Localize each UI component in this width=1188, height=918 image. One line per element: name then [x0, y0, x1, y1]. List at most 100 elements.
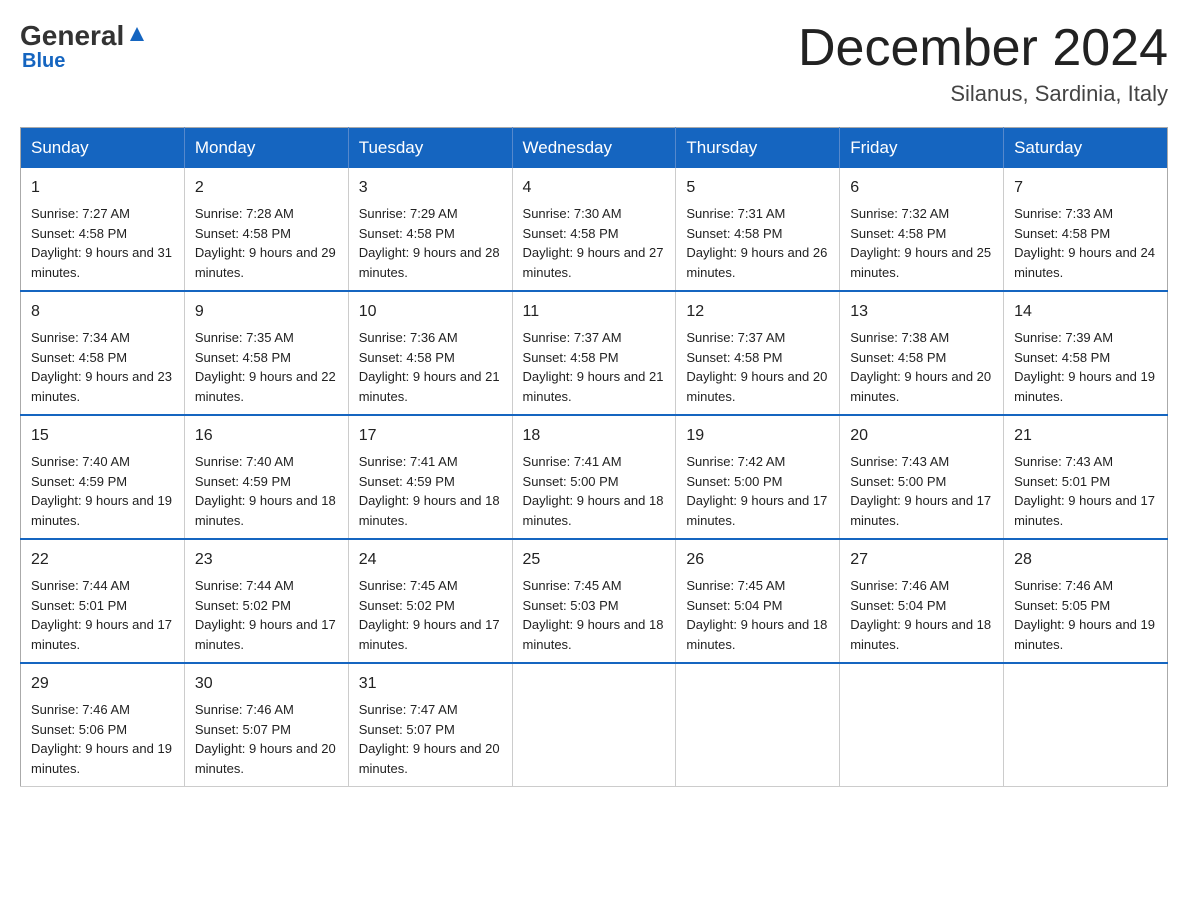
daylight-text: Daylight: 9 hours and 19 minutes.	[31, 493, 172, 528]
daylight-text: Daylight: 9 hours and 28 minutes.	[359, 245, 500, 280]
table-row: 24 Sunrise: 7:45 AM Sunset: 5:02 PM Dayligh…	[348, 539, 512, 663]
daylight-text: Daylight: 9 hours and 18 minutes.	[359, 493, 500, 528]
sunrise-text: Sunrise: 7:37 AM	[686, 330, 785, 345]
location-title: Silanus, Sardinia, Italy	[798, 81, 1168, 107]
sunrise-text: Sunrise: 7:32 AM	[850, 206, 949, 221]
sunrise-text: Sunrise: 7:44 AM	[31, 578, 130, 593]
table-row	[1004, 663, 1168, 787]
table-row	[512, 663, 676, 787]
table-row: 21Sunrise: 7:43 AMSunset: 5:01 PMDayligh…	[1004, 415, 1168, 539]
day-number: 16	[195, 424, 338, 448]
day-number: 8	[31, 300, 174, 324]
day-number: 10	[359, 300, 502, 324]
col-saturday: Saturday	[1004, 128, 1168, 169]
table-row: 10Sunrise: 7:36 AMSunset: 4:58 PMDayligh…	[348, 291, 512, 415]
sunrise-text: Sunrise: 7:38 AM	[850, 330, 949, 345]
day-number: 21	[1014, 424, 1157, 448]
table-row: 8Sunrise: 7:34 AMSunset: 4:58 PMDaylight…	[21, 291, 185, 415]
sunrise-text: Sunrise: 7:45 AM	[359, 578, 458, 593]
sunrise-text: Sunrise: 7:46 AM	[850, 578, 949, 593]
day-number: 17	[359, 424, 502, 448]
sunrise-text: Sunrise: 7:39 AM	[1014, 330, 1113, 345]
daylight-text: Daylight: 9 hours and 25 minutes.	[850, 245, 991, 280]
sunset-text: Sunset: 4:58 PM	[523, 226, 619, 241]
day-number: 24	[359, 548, 502, 572]
sunset-text: Sunset: 4:58 PM	[359, 350, 455, 365]
table-row: 23Sunrise: 7:44 AMSunset: 5:02 PMDayligh…	[184, 539, 348, 663]
sunrise-text: Sunrise: 7:43 AM	[1014, 454, 1113, 469]
sunrise-text: Sunrise: 7:45 AM	[686, 578, 785, 593]
col-friday: Friday	[840, 128, 1004, 169]
day-number: 5	[686, 176, 829, 200]
table-row	[840, 663, 1004, 787]
table-row: 11Sunrise: 7:37 AMSunset: 4:58 PMDayligh…	[512, 291, 676, 415]
day-number: 18	[523, 424, 666, 448]
sunset-text: Sunset: 5:05 PM	[1014, 598, 1110, 613]
sunset-text: Sunset: 5:02 PM	[195, 598, 291, 613]
day-number: 11	[523, 300, 666, 324]
page-header: General Blue December 2024 Silanus, Sard…	[20, 20, 1168, 107]
table-row: 5Sunrise: 7:31 AMSunset: 4:58 PMDaylight…	[676, 168, 840, 291]
table-row: 18Sunrise: 7:41 AMSunset: 5:00 PMDayligh…	[512, 415, 676, 539]
title-block: December 2024 Silanus, Sardinia, Italy	[798, 20, 1168, 107]
logo-general-text: General	[20, 20, 124, 52]
day-number: 28	[1014, 548, 1157, 572]
day-number: 25	[523, 548, 666, 572]
table-row: 25Sunrise: 7:45 AMSunset: 5:03 PMDayligh…	[512, 539, 676, 663]
month-title: December 2024	[798, 20, 1168, 77]
sunrise-text: Sunrise: 7:40 AM	[195, 454, 294, 469]
calendar-week-row: 1Sunrise: 7:27 AMSunset: 4:58 PMDaylight…	[21, 168, 1168, 291]
sunrise-text: Sunrise: 7:46 AM	[1014, 578, 1113, 593]
daylight-text: Daylight: 9 hours and 18 minutes.	[195, 493, 336, 528]
sunrise-text: Sunrise: 7:36 AM	[359, 330, 458, 345]
sunset-text: Sunset: 4:58 PM	[359, 226, 455, 241]
daylight-text: Daylight: 9 hours and 17 minutes.	[359, 617, 500, 652]
daylight-text: Daylight: 9 hours and 29 minutes.	[195, 245, 336, 280]
sunset-text: Sunset: 4:59 PM	[195, 474, 291, 489]
sunrise-text: Sunrise: 7:41 AM	[523, 454, 622, 469]
calendar-week-row: 29Sunrise: 7:46 AMSunset: 5:06 PMDayligh…	[21, 663, 1168, 787]
logo-blue-text: Blue	[22, 50, 65, 73]
day-number: 4	[523, 176, 666, 200]
daylight-text: Daylight: 9 hours and 17 minutes.	[31, 617, 172, 652]
table-row: 26Sunrise: 7:45 AMSunset: 5:04 PMDayligh…	[676, 539, 840, 663]
sunset-text: Sunset: 4:58 PM	[31, 350, 127, 365]
sunset-text: Sunset: 4:58 PM	[523, 350, 619, 365]
day-number: 31	[359, 672, 502, 696]
sunrise-text: Sunrise: 7:42 AM	[686, 454, 785, 469]
sunset-text: Sunset: 4:58 PM	[195, 350, 291, 365]
sunset-text: Sunset: 5:01 PM	[31, 598, 127, 613]
daylight-text: Daylight: 9 hours and 19 minutes.	[1014, 369, 1155, 404]
day-number: 26	[686, 548, 829, 572]
day-number: 20	[850, 424, 993, 448]
day-number: 23	[195, 548, 338, 572]
sunrise-text: Sunrise: 7:47 AM	[359, 702, 458, 717]
table-row: 16 Sunrise: 7:40 AM Sunset: 4:59 PM Dayligh…	[184, 415, 348, 539]
col-sunday: Sunday	[21, 128, 185, 169]
calendar-table: Sunday Monday Tuesday Wednesday Thursday…	[20, 127, 1168, 787]
daylight-text: Daylight: 9 hours and 17 minutes.	[195, 617, 336, 652]
sunrise-text: Sunrise: 7:35 AM	[195, 330, 294, 345]
sunset-text: Sunset: 5:02 PM	[359, 598, 455, 613]
sunrise-text: Sunrise: 7:37 AM	[523, 330, 622, 345]
table-row	[676, 663, 840, 787]
daylight-text: Daylight: 9 hours and 18 minutes.	[523, 493, 664, 528]
col-tuesday: Tuesday	[348, 128, 512, 169]
sunrise-text: Sunrise: 7:31 AM	[686, 206, 785, 221]
table-row: 15Sunrise: 7:40 AMSunset: 4:59 PMDayligh…	[21, 415, 185, 539]
day-number: 14	[1014, 300, 1157, 324]
sunset-text: Sunset: 5:07 PM	[359, 722, 455, 737]
sunset-text: Sunset: 4:59 PM	[359, 474, 455, 489]
sunrise-text: Sunrise: 7:30 AM	[523, 206, 622, 221]
day-number: 3	[359, 176, 502, 200]
day-number: 9	[195, 300, 338, 324]
day-number: 12	[686, 300, 829, 324]
daylight-text: Daylight: 9 hours and 23 minutes.	[31, 369, 172, 404]
sunset-text: Sunset: 4:58 PM	[850, 226, 946, 241]
daylight-text: Daylight: 9 hours and 26 minutes.	[686, 245, 827, 280]
calendar-week-row: 15Sunrise: 7:40 AMSunset: 4:59 PMDayligh…	[21, 415, 1168, 539]
table-row: 12Sunrise: 7:37 AMSunset: 4:58 PMDayligh…	[676, 291, 840, 415]
day-number: 13	[850, 300, 993, 324]
day-number: 1	[31, 176, 174, 200]
daylight-text: Daylight: 9 hours and 18 minutes.	[686, 617, 827, 652]
